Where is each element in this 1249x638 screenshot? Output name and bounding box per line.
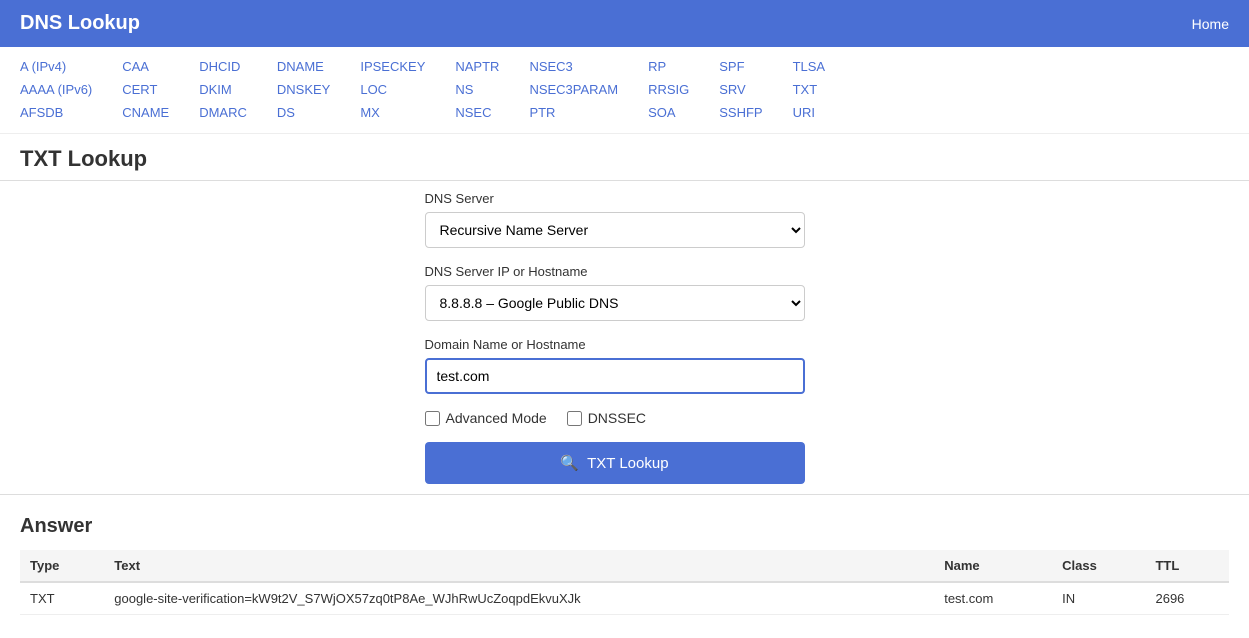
answer-section: Answer TypeTextNameClassTTL TXTgoogle-si… <box>0 494 1249 635</box>
nav-links: A (IPv4)AAAA (IPv6)AFSDB CAACERTCNAME DHCI… <box>0 47 1249 134</box>
nav-column: CAACERTCNAME <box>122 57 169 123</box>
home-link[interactable]: Home <box>1192 16 1229 32</box>
nav-link-mx[interactable]: MX <box>360 103 425 124</box>
lookup-button-label: TXT Lookup <box>587 455 668 472</box>
col-header-class: Class <box>1052 550 1145 582</box>
domain-label: Domain Name or Hostname <box>425 337 825 352</box>
dnssec-option: DNSSEC <box>567 410 646 426</box>
options-row: Advanced Mode DNSSEC <box>425 410 825 426</box>
dns-server-ip-select[interactable]: 8.8.8.8 – Google Public DNS <box>425 285 805 321</box>
lookup-form: DNS Server Recursive Name Server DNS Ser… <box>425 191 825 484</box>
cell-name: test.com <box>934 582 1052 615</box>
nav-link-dmarc[interactable]: DMARC <box>199 103 247 124</box>
result-table: TypeTextNameClassTTL TXTgoogle-site-veri… <box>20 550 1229 615</box>
nav-link-cname[interactable]: CNAME <box>122 103 169 124</box>
dns-server-ip-label: DNS Server IP or Hostname <box>425 264 825 279</box>
nav-column: TLSATXTURI <box>793 57 826 123</box>
nav-link-sshfp[interactable]: SSHFP <box>719 103 762 124</box>
nav-link-ns[interactable]: NS <box>455 80 499 101</box>
nav-link-nsec[interactable]: NSEC <box>455 103 499 124</box>
nav-link-nsec3param[interactable]: NSEC3PARAM <box>529 80 618 101</box>
nav-link-a--ipv4-[interactable]: A (IPv4) <box>20 57 92 78</box>
nav-link-dnskey[interactable]: DNSKEY <box>277 80 330 101</box>
nav-column: A (IPv4)AAAA (IPv6)AFSDB <box>20 57 92 123</box>
lookup-button[interactable]: 🔍 TXT Lookup <box>425 442 805 484</box>
nav-column: IPSECKEYLOCMX <box>360 57 425 123</box>
nav-link-afsdb[interactable]: AFSDB <box>20 103 92 124</box>
nav-column: DHCIDDKIMDMARC <box>199 57 247 123</box>
dns-server-ip-group: DNS Server IP or Hostname 8.8.8.8 – Goog… <box>425 264 825 321</box>
nav-link-rrsig[interactable]: RRSIG <box>648 80 689 101</box>
search-icon: 🔍 <box>560 454 579 472</box>
form-wrapper: DNS Server Recursive Name Server DNS Ser… <box>0 181 1249 484</box>
nav-link-dhcid[interactable]: DHCID <box>199 57 247 78</box>
dns-server-group: DNS Server Recursive Name Server <box>425 191 825 248</box>
nav-link-naptr[interactable]: NAPTR <box>455 57 499 78</box>
nav-link-dname[interactable]: DNAME <box>277 57 330 78</box>
cell-type: TXT <box>20 582 104 615</box>
domain-input[interactable] <box>425 358 805 394</box>
table-header: TypeTextNameClassTTL <box>20 550 1229 582</box>
nav-link-soa[interactable]: SOA <box>648 103 689 124</box>
advanced-mode-option: Advanced Mode <box>425 410 547 426</box>
nav-column: NAPTRNSNSEC <box>455 57 499 123</box>
cell-class: IN <box>1052 582 1145 615</box>
dnssec-label[interactable]: DNSSEC <box>588 410 646 426</box>
nav-column: DNAMEDNSKEYDS <box>277 57 330 123</box>
col-header-type: Type <box>20 550 104 582</box>
page-title: TXT Lookup <box>0 134 1249 181</box>
nav-link-tlsa[interactable]: TLSA <box>793 57 826 78</box>
dns-server-select[interactable]: Recursive Name Server <box>425 212 805 248</box>
nav-link-uri[interactable]: URI <box>793 103 826 124</box>
nav-link-loc[interactable]: LOC <box>360 80 425 101</box>
nav-column: NSEC3NSEC3PARAMPTR <box>529 57 618 123</box>
nav-link-dkim[interactable]: DKIM <box>199 80 247 101</box>
nav-link-spf[interactable]: SPF <box>719 57 762 78</box>
table-header-row: TypeTextNameClassTTL <box>20 550 1229 582</box>
app-title: DNS Lookup <box>20 12 140 35</box>
nav-link-ptr[interactable]: PTR <box>529 103 618 124</box>
col-header-text: Text <box>104 550 934 582</box>
answer-title: Answer <box>20 515 1229 538</box>
col-header-ttl: TTL <box>1145 550 1229 582</box>
domain-group: Domain Name or Hostname <box>425 337 825 394</box>
table-row: TXTgoogle-site-verification=kW9t2V_S7WjO… <box>20 582 1229 615</box>
nav-column: SPFSRVSSHFP <box>719 57 762 123</box>
nav-link-cert[interactable]: CERT <box>122 80 169 101</box>
nav-link-aaaa--ipv6-[interactable]: AAAA (IPv6) <box>20 80 92 101</box>
nav-link-srv[interactable]: SRV <box>719 80 762 101</box>
nav-link-nsec3[interactable]: NSEC3 <box>529 57 618 78</box>
cell-text: google-site-verification=kW9t2V_S7WjOX57… <box>104 582 934 615</box>
advanced-mode-label[interactable]: Advanced Mode <box>446 410 547 426</box>
nav-link-txt[interactable]: TXT <box>793 80 826 101</box>
advanced-mode-checkbox[interactable] <box>425 411 440 426</box>
nav-column: RPRRSIGSOA <box>648 57 689 123</box>
table-body: TXTgoogle-site-verification=kW9t2V_S7WjO… <box>20 582 1229 615</box>
dns-server-label: DNS Server <box>425 191 825 206</box>
col-header-name: Name <box>934 550 1052 582</box>
header: DNS Lookup Home <box>0 0 1249 47</box>
nav-link-ipseckey[interactable]: IPSECKEY <box>360 57 425 78</box>
dnssec-checkbox[interactable] <box>567 411 582 426</box>
cell-ttl: 2696 <box>1145 582 1229 615</box>
nav-link-caa[interactable]: CAA <box>122 57 169 78</box>
nav-link-ds[interactable]: DS <box>277 103 330 124</box>
nav-link-rp[interactable]: RP <box>648 57 689 78</box>
